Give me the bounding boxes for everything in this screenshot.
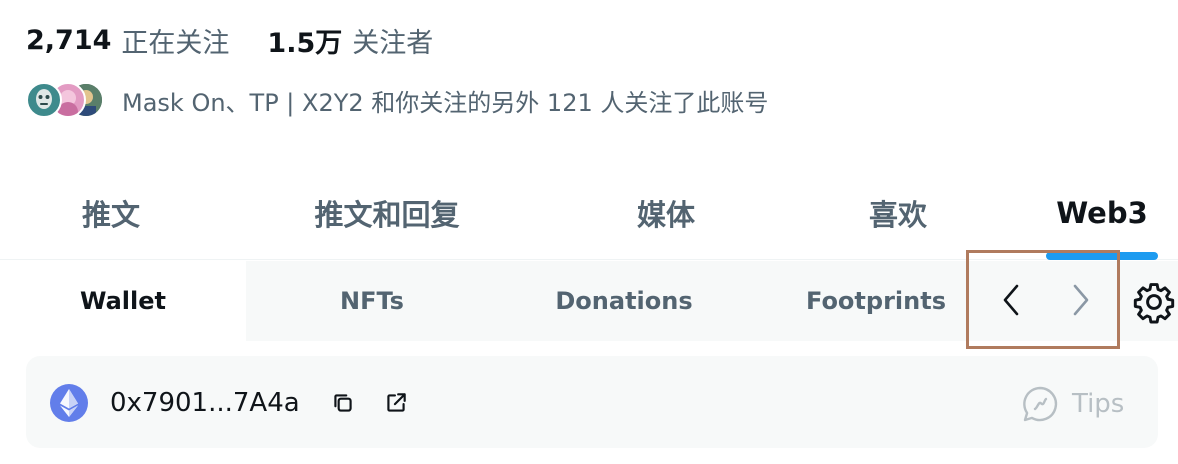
followers-you-know-text: Mask On、TP | X2Y2 和你关注的另外 121 人关注了此账号 [122,88,769,117]
open-in-explorer-button[interactable] [381,388,411,418]
tab-tweets-and-replies[interactable]: 推文和回复 [282,166,492,260]
profile-tabs: 推文 推文和回复 媒体 喜欢 Web3 [0,166,1178,260]
web3-subtabs: Wallet NFTs Donations Footprints [0,250,1178,349]
tab-likes[interactable]: 喜欢 [828,166,968,260]
following-label: 正在关注 [121,27,230,59]
followers-you-know[interactable]: Mask On、TP | X2Y2 和你关注的另外 121 人关注了此账号 [26,80,768,120]
scroll-right-button[interactable] [1051,267,1111,333]
profile-web3-section: 2,714 正在关注 1.5万 关注者 Mask On、TP | X2Y2 和你… [0,0,1178,464]
followers-label: 关注者 [352,27,434,59]
gear-icon [1133,283,1175,324]
web3-settings-button[interactable] [1130,278,1178,326]
subtab-donations[interactable]: Donations [520,261,728,341]
tab-web3[interactable]: Web3 [1036,166,1168,260]
scroll-left-button[interactable] [981,267,1041,333]
chevron-right-icon [1073,284,1089,316]
followers-count: 1.5万 [267,27,343,59]
copy-icon [334,394,352,412]
tab-media[interactable]: 媒体 [596,166,736,260]
subtab-wallet[interactable]: Wallet [0,261,246,341]
follow-stats: 2,714 正在关注 1.5万 关注者 [26,21,471,60]
following-link[interactable]: 2,714 正在关注 [26,21,229,60]
subtab-scroll-controls [966,250,1120,349]
copy-address-button[interactable] [328,388,358,418]
subtab-footprints[interactable]: Footprints [790,261,962,341]
tab-tweets[interactable]: 推文 [0,166,222,260]
tips-label: Tips [1072,389,1125,419]
wallet-address: 0x7901...7A4a [110,388,300,418]
external-link-icon [387,393,406,412]
tips-button[interactable]: Tips [1020,384,1124,424]
tips-icon [1023,386,1058,422]
followers-link[interactable]: 1.5万 关注者 [267,21,433,60]
subtab-nfts[interactable]: NFTs [252,261,492,341]
ethereum-icon [50,384,88,422]
avatar [26,82,62,118]
avatar-stack [26,80,106,120]
chevron-left-icon [1003,284,1019,316]
wallet-card: 0x7901...7A4a Tips [26,356,1158,448]
following-count: 2,714 [26,24,112,56]
